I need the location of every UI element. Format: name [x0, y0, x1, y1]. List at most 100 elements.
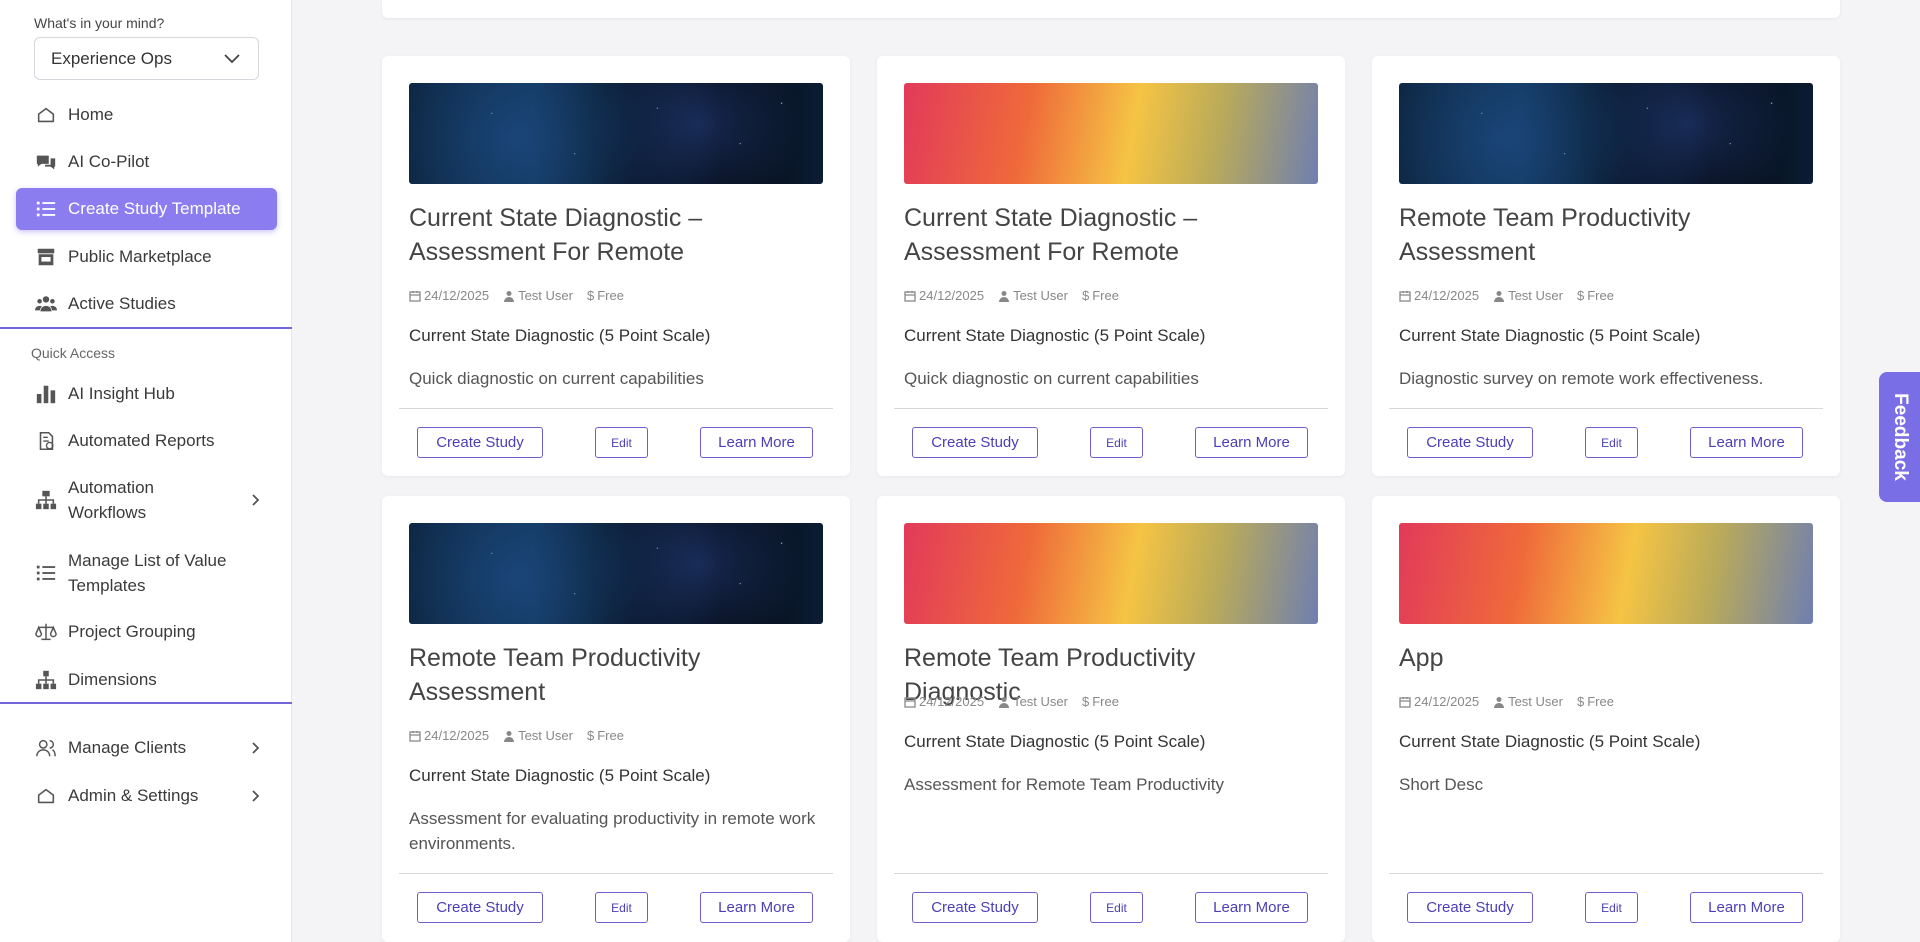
- card-divider: [1389, 408, 1823, 409]
- dollar-icon: $: [586, 728, 595, 743]
- learn-more-button[interactable]: Learn More: [700, 427, 813, 458]
- card-subtitle: Current State Diagnostic (5 Point Scale): [409, 766, 711, 785]
- nav-automated-reports-label: Automated Reports: [68, 431, 215, 450]
- learn-more-button[interactable]: Learn More: [700, 892, 813, 923]
- home-icon: [34, 784, 58, 808]
- nav-create-template-label: Create Study Template: [68, 199, 241, 218]
- card-price: Free: [1092, 694, 1119, 709]
- nav-ai-insight-hub[interactable]: AI Insight Hub: [16, 373, 277, 415]
- create-study-button[interactable]: Create Study: [417, 427, 543, 458]
- create-study-button[interactable]: Create Study: [417, 892, 543, 923]
- template-card: Current State Diagnostic – Assessment Fo…: [877, 56, 1345, 476]
- card-meta: 24/12/2025 Test User $ Free: [904, 288, 1119, 303]
- calendar-icon: [409, 290, 421, 302]
- card-subtitle: Current State Diagnostic (5 Point Scale): [1399, 326, 1701, 345]
- card-meta: 24/12/2025 Test User $ Free: [904, 694, 1119, 709]
- card-title: App: [1399, 644, 1444, 672]
- template-card: Remote Team Productivity Assessment 24/1…: [382, 496, 850, 942]
- chevron-right-icon: [252, 494, 260, 506]
- mind-select[interactable]: Experience Ops: [34, 37, 259, 80]
- workflow-icon: [34, 488, 58, 512]
- nav-create-study-template[interactable]: Create Study Template: [16, 188, 277, 230]
- list-icon: [34, 197, 58, 221]
- list-icon: [34, 561, 58, 585]
- card-divider: [399, 408, 833, 409]
- card-divider: [1389, 873, 1823, 874]
- sidebar: What's in your mind? Experience Ops Home…: [0, 0, 292, 942]
- card-meta: 24/12/2025 Test User $ Free: [1399, 694, 1614, 709]
- nav-divider: [0, 327, 292, 329]
- create-study-button[interactable]: Create Study: [1407, 427, 1533, 458]
- card-divider: [399, 873, 833, 874]
- card-price: Free: [597, 728, 624, 743]
- dollar-icon: $: [1576, 694, 1585, 709]
- calendar-icon: [904, 290, 916, 302]
- user-icon: [504, 290, 515, 302]
- template-card: Remote Team Productivity Diagnostic 24/1…: [877, 496, 1345, 942]
- learn-more-button[interactable]: Learn More: [1195, 427, 1308, 458]
- card-date: 24/12/2025: [424, 728, 490, 743]
- quick-access-label: Quick Access: [31, 345, 116, 361]
- nav-home[interactable]: Home: [16, 94, 277, 136]
- create-study-button[interactable]: Create Study: [1407, 892, 1533, 923]
- edit-button[interactable]: Edit: [1090, 892, 1143, 923]
- edit-button[interactable]: Edit: [1090, 427, 1143, 458]
- card-user: Test User: [518, 728, 573, 743]
- nav-home-label: Home: [68, 105, 114, 124]
- top-card: [382, 0, 1840, 18]
- bar-chart-icon: [34, 382, 58, 406]
- card-subtitle: Current State Diagnostic (5 Point Scale): [409, 326, 711, 345]
- nav-active-studies[interactable]: Active Studies: [16, 283, 277, 325]
- edit-button[interactable]: Edit: [595, 892, 648, 923]
- nav-admin-settings-label: Admin & Settings: [68, 786, 199, 805]
- card-banner-image: [409, 83, 823, 184]
- nav-dimensions[interactable]: Dimensions: [16, 659, 277, 701]
- nav-copilot[interactable]: AI Co-Pilot: [16, 141, 277, 183]
- card-banner-image: [904, 83, 1318, 184]
- learn-more-button[interactable]: Learn More: [1195, 892, 1308, 923]
- nav-public-marketplace[interactable]: Public Marketplace: [16, 236, 277, 278]
- nav-admin-settings[interactable]: Admin & Settings: [16, 775, 277, 817]
- card-user: Test User: [1013, 694, 1068, 709]
- create-study-button[interactable]: Create Study: [912, 892, 1038, 923]
- nav-project-grouping[interactable]: Project Grouping: [16, 611, 277, 653]
- card-banner-image: [904, 523, 1318, 624]
- calendar-icon: [904, 696, 916, 708]
- card-description: Assessment for evaluating productivity i…: [409, 809, 816, 853]
- card-description: Quick diagnostic on current capabilities: [409, 369, 704, 388]
- user-icon: [999, 696, 1010, 708]
- nav-automation-workflows[interactable]: Automation Workflows: [16, 472, 277, 528]
- card-price: Free: [1587, 694, 1614, 709]
- card-title: Remote Team Productivity Assessment: [1399, 204, 1691, 266]
- nav-copilot-label: AI Co-Pilot: [68, 152, 150, 171]
- card-title: Current State Diagnostic – Assessment Fo…: [904, 204, 1198, 266]
- card-title: Current State Diagnostic – Assessment Fo…: [409, 204, 703, 266]
- nav-manage-clients[interactable]: Manage Clients: [16, 727, 277, 769]
- edit-button[interactable]: Edit: [595, 427, 648, 458]
- card-description: Diagnostic survey on remote work effecti…: [1399, 369, 1764, 388]
- card-user: Test User: [518, 288, 573, 303]
- learn-more-button[interactable]: Learn More: [1690, 892, 1803, 923]
- edit-button[interactable]: Edit: [1585, 892, 1638, 923]
- chevron-right-icon: [252, 790, 260, 802]
- nav-manage-clients-label: Manage Clients: [68, 738, 187, 757]
- create-study-button[interactable]: Create Study: [912, 427, 1038, 458]
- learn-more-button[interactable]: Learn More: [1690, 427, 1803, 458]
- card-meta: 24/12/2025 Test User $ Free: [409, 288, 624, 303]
- calendar-icon: [1399, 696, 1411, 708]
- user-icon: [999, 290, 1010, 302]
- nav-manage-lov-templates[interactable]: Manage List of Value Templates: [16, 545, 277, 601]
- nav-dimensions-label: Dimensions: [68, 670, 157, 689]
- users-icon: [34, 292, 58, 316]
- card-user: Test User: [1508, 288, 1563, 303]
- card-description: Quick diagnostic on current capabilities: [904, 369, 1199, 388]
- user-icon: [504, 730, 515, 742]
- nav-automated-reports[interactable]: Automated Reports: [16, 420, 277, 462]
- feedback-button[interactable]: Feedback: [1879, 372, 1920, 502]
- template-card: App 24/12/2025 Test User $ Free Current S…: [1372, 496, 1840, 942]
- edit-button[interactable]: Edit: [1585, 427, 1638, 458]
- card-price: Free: [1587, 288, 1614, 303]
- chevron-down-icon: [224, 53, 240, 63]
- mind-label: What's in your mind?: [34, 15, 165, 31]
- mind-select-value: Experience Ops: [51, 48, 172, 68]
